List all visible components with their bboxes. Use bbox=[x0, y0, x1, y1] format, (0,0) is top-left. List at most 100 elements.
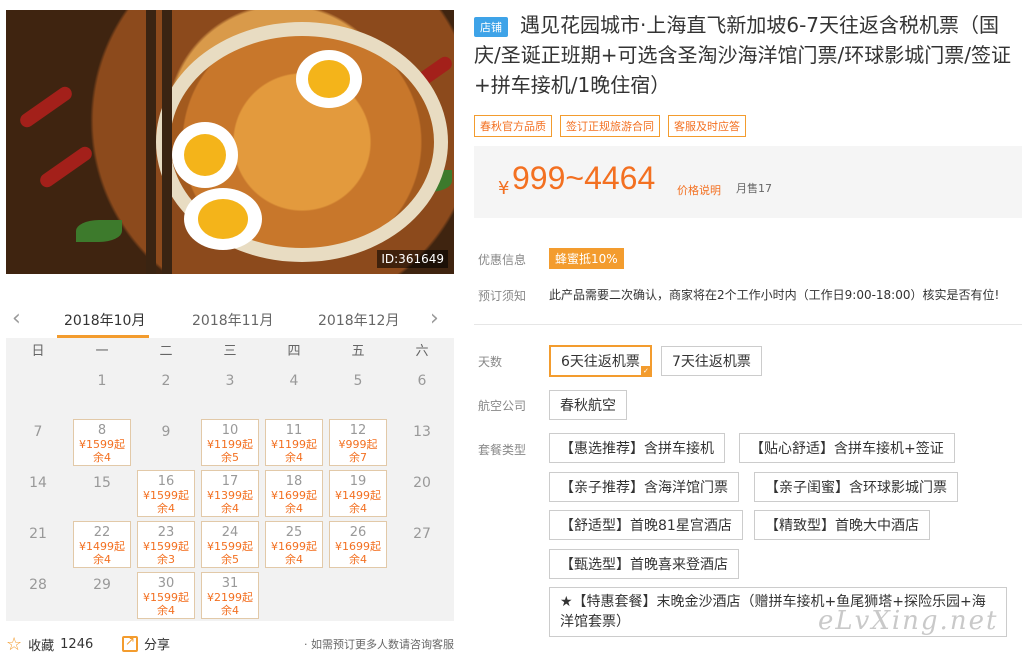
tab-month-nov[interactable]: 2018年11月 bbox=[192, 310, 273, 330]
calendar-day-available[interactable]: 26 ¥1699起 余4 bbox=[329, 521, 387, 568]
option-package-5[interactable]: 【舒适型】首晚81星宫酒店 bbox=[549, 510, 743, 540]
service-tag: 客服及时应答 bbox=[668, 115, 746, 137]
calendar-day-available[interactable]: 31 ¥2199起 余4 bbox=[201, 572, 259, 619]
option-package-4[interactable]: 【亲子闺蜜】含环球影城门票 bbox=[754, 472, 958, 502]
day-number: 3 bbox=[225, 373, 235, 389]
option-package-7[interactable]: 【甄选型】首晚喜来登酒店 bbox=[549, 549, 739, 579]
calendar-day-available[interactable]: 30 ¥1599起 余4 bbox=[137, 572, 195, 619]
day-number: 4 bbox=[289, 373, 299, 389]
calendar-day: 2 bbox=[134, 366, 198, 417]
day-remaining: 余4 bbox=[93, 553, 111, 566]
calendar-day: 13 bbox=[390, 417, 454, 468]
calendar-day-available[interactable]: 10 ¥1199起 余5 bbox=[201, 419, 259, 466]
weekday-label: 四 bbox=[287, 344, 301, 359]
calendar-days: 1 2 3 4 5 6 7 8 ¥1599起 余4 9 10 ¥1199起 余5 11 ¥1199起 余4 12 ¥… bbox=[6, 366, 454, 621]
day-remaining: 余4 bbox=[157, 604, 175, 617]
price-currency: ¥ bbox=[498, 178, 510, 199]
day-price: ¥1499起 bbox=[335, 489, 381, 502]
option-label: 7天往返机票 bbox=[672, 354, 751, 370]
calendar-day-available[interactable]: 8 ¥1599起 余4 bbox=[73, 419, 131, 466]
day-number: 6 bbox=[417, 373, 427, 389]
promo-label: 优惠信息 bbox=[478, 253, 527, 267]
calendar-day-available[interactable]: 23 ¥1599起 余3 bbox=[137, 521, 195, 568]
calendar-day-available[interactable]: 18 ¥1699起 余4 bbox=[265, 470, 323, 517]
product-photo: ID:361649 bbox=[6, 10, 454, 274]
day-number: 28 bbox=[29, 577, 47, 593]
day-price: ¥999起 bbox=[338, 438, 378, 451]
day-number: 22 bbox=[93, 525, 111, 540]
day-number: 17 bbox=[221, 474, 239, 489]
tab-month-oct[interactable]: 2018年10月 bbox=[64, 310, 145, 330]
weekday-label: 一 bbox=[95, 344, 109, 359]
price-panel: ¥ 999~4464 价格说明 月售17 bbox=[474, 146, 1022, 218]
calendar-day-available[interactable]: 16 ¥1599起 余4 bbox=[137, 470, 195, 517]
notice-label: 预订须知 bbox=[478, 289, 527, 303]
group-booking-note: · 如需预订更多人数请咨询客服 bbox=[304, 638, 454, 651]
day-price: ¥1699起 bbox=[335, 540, 381, 553]
promo-badge: 蜂蜜抵10% bbox=[549, 248, 624, 269]
service-tags: 春秋官方品质 签订正规旅游合同 客服及时应答 bbox=[474, 115, 746, 137]
chili-decoration bbox=[37, 144, 95, 190]
day-number: 26 bbox=[349, 525, 367, 540]
tab-month-dec[interactable]: 2018年12月 bbox=[318, 310, 399, 330]
day-number: 18 bbox=[285, 474, 303, 489]
day-number bbox=[390, 570, 454, 577]
day-remaining: 余4 bbox=[349, 553, 367, 566]
option-package-2[interactable]: 【贴心舒适】含拼车接机+签证 bbox=[739, 433, 955, 463]
option-6-days[interactable]: 6天往返机票 ✓ bbox=[549, 345, 652, 377]
favorite-button[interactable]: ☆ 收藏 1246 bbox=[6, 634, 93, 655]
day-number: 24 bbox=[221, 525, 239, 540]
day-number: 7 bbox=[33, 424, 43, 440]
service-tag: 签订正规旅游合同 bbox=[560, 115, 660, 137]
calendar-day: 7 bbox=[6, 417, 70, 468]
share-button[interactable]: 分享 bbox=[122, 634, 170, 653]
day-remaining: 余4 bbox=[93, 451, 111, 464]
option-7-days[interactable]: 7天往返机票 bbox=[661, 346, 762, 376]
shop-badge[interactable]: 店铺 bbox=[474, 17, 508, 37]
option-airline-spring[interactable]: 春秋航空 bbox=[549, 390, 627, 420]
chili-decoration bbox=[17, 84, 75, 130]
calendar-day bbox=[6, 366, 70, 417]
day-number bbox=[6, 366, 70, 373]
day-price: ¥1699起 bbox=[271, 540, 317, 553]
calendar-day-available[interactable]: 24 ¥1599起 余5 bbox=[201, 521, 259, 568]
next-month-arrow-icon[interactable]: › bbox=[430, 306, 439, 331]
calendar-day: 15 bbox=[70, 468, 134, 519]
day-number: 19 bbox=[349, 474, 367, 489]
egg-decoration bbox=[172, 122, 238, 188]
calendar-day-available[interactable]: 25 ¥1699起 余4 bbox=[265, 521, 323, 568]
day-number: 20 bbox=[413, 475, 431, 491]
service-tag: 春秋官方品质 bbox=[474, 115, 552, 137]
day-number: 25 bbox=[285, 525, 303, 540]
calendar-day-available[interactable]: 19 ¥1499起 余4 bbox=[329, 470, 387, 517]
calendar-day: 3 bbox=[198, 366, 262, 417]
option-package-3[interactable]: 【亲子推荐】含海洋馆门票 bbox=[549, 472, 739, 502]
calendar-day-available[interactable]: 17 ¥1399起 余4 bbox=[201, 470, 259, 517]
option-package-6[interactable]: 【精致型】首晚大中酒店 bbox=[754, 510, 930, 540]
calendar-day-available[interactable]: 22 ¥1499起 余4 bbox=[73, 521, 131, 568]
prev-month-arrow-icon[interactable]: ‹ bbox=[12, 306, 21, 331]
share-icon bbox=[122, 634, 138, 652]
day-number: 10 bbox=[221, 423, 239, 438]
calendar-day bbox=[326, 570, 390, 621]
option-package-1[interactable]: 【惠选推荐】含拼车接机 bbox=[549, 433, 725, 463]
day-remaining: 余4 bbox=[285, 502, 303, 515]
day-number: 5 bbox=[353, 373, 363, 389]
day-remaining: 余5 bbox=[221, 451, 239, 464]
calendar-day-available[interactable]: 12 ¥999起 余7 bbox=[329, 419, 387, 466]
section-divider bbox=[474, 324, 1022, 325]
weekday-label: 六 bbox=[415, 344, 429, 359]
calendar-day: 5 bbox=[326, 366, 390, 417]
option-label: 6天往返机票 bbox=[561, 354, 640, 370]
calendar-day-available[interactable]: 11 ¥1199起 余4 bbox=[265, 419, 323, 466]
day-remaining: 余4 bbox=[285, 553, 303, 566]
check-icon: ✓ bbox=[640, 366, 651, 376]
action-bar: ☆ 收藏 1246 分享 · 如需预订更多人数请咨询客服 bbox=[6, 632, 454, 656]
price-range: 999~4464 bbox=[512, 160, 656, 196]
calendar-day: 21 bbox=[6, 519, 70, 570]
day-number: 1 bbox=[97, 373, 107, 389]
price-explain-link[interactable]: 价格说明 bbox=[677, 182, 721, 198]
days-label: 天数 bbox=[478, 355, 503, 369]
leaf-decoration bbox=[76, 220, 122, 242]
day-remaining: 余4 bbox=[157, 502, 175, 515]
